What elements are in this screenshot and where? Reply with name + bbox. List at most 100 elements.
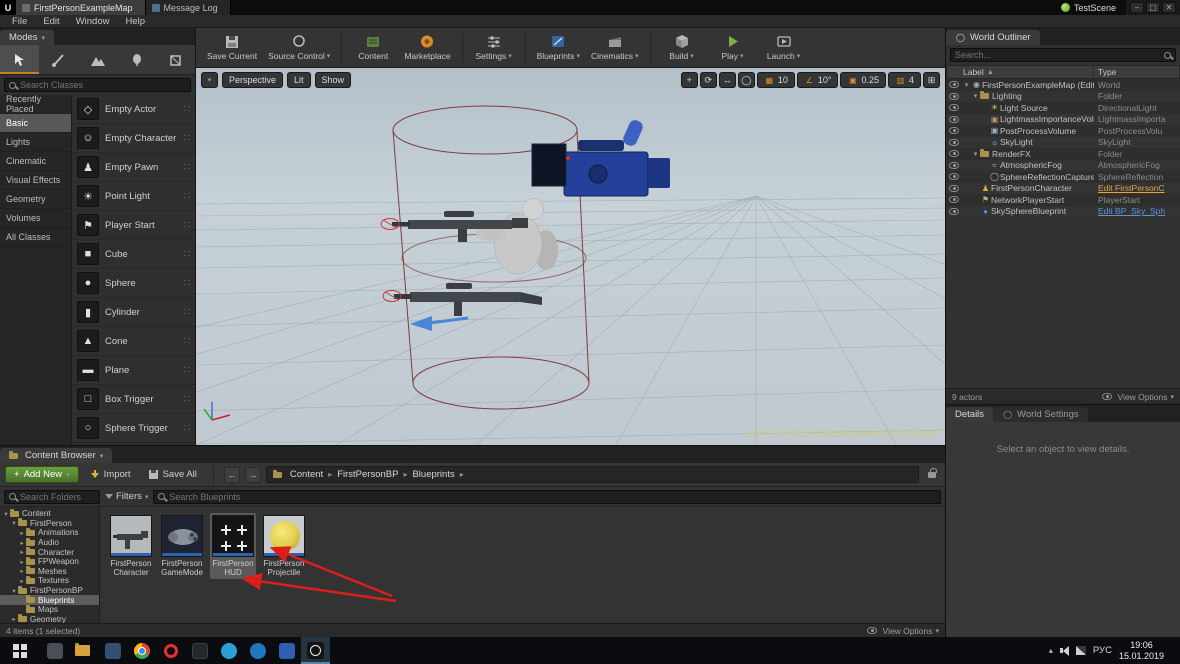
tree-item-textures[interactable]: ▸Textures — [0, 576, 99, 586]
taskbar-app-chrome[interactable] — [127, 637, 156, 664]
marketplace-button[interactable]: Marketplace — [399, 30, 455, 66]
edit-blueprint-link[interactable]: Edit BP_Sky_Sph — [1094, 206, 1180, 216]
assets-search-box[interactable] — [153, 490, 941, 504]
visibility-eye-icon[interactable] — [949, 127, 959, 134]
mode-place-button[interactable] — [0, 45, 39, 74]
place-item-plane[interactable]: ▬Plane∷ — [72, 356, 195, 385]
assets-search-input[interactable] — [169, 492, 936, 502]
outliner-search-box[interactable] — [950, 48, 1176, 62]
modes-tab[interactable]: Modes ▾ — [0, 30, 54, 45]
perspective-button[interactable]: Perspective — [222, 72, 283, 88]
outliner-row-map[interactable]: ▾◉FirstPersonExampleMap (Editor)World — [946, 79, 1180, 91]
column-label[interactable]: Label▲ — [947, 67, 1093, 77]
minimize-button[interactable]: – — [1130, 2, 1144, 13]
visibility-eye-icon[interactable] — [949, 162, 959, 169]
asset-grid[interactable]: FirstPerson Character FirstPerson GameMo… — [100, 507, 945, 623]
visibility-eye-icon[interactable] — [949, 150, 959, 157]
close-button[interactable]: ✕ — [1162, 2, 1176, 13]
tree-item-firstperson[interactable]: ▾FirstPerson — [0, 519, 99, 529]
visibility-eye-icon[interactable] — [949, 139, 959, 146]
tree-item-geometry[interactable]: ▸Geometry — [0, 615, 99, 623]
asset-firstperson-character[interactable]: FirstPerson Character — [108, 513, 154, 579]
network-icon[interactable] — [1076, 646, 1086, 655]
launch-button[interactable]: Launch▾ — [759, 30, 809, 66]
place-item-empty-character[interactable]: ☺Empty Character∷ — [72, 124, 195, 153]
visibility-eye-icon[interactable] — [949, 116, 959, 123]
rotate-tool-button[interactable]: ⟳ — [700, 72, 717, 88]
content-button[interactable]: Content — [348, 30, 398, 66]
maximize-viewport-button[interactable]: ⊞ — [923, 72, 940, 88]
translate-tool-button[interactable]: + — [681, 72, 698, 88]
visibility-eye-icon[interactable] — [949, 208, 959, 215]
taskbar-app-2[interactable] — [98, 637, 127, 664]
blueprints-button[interactable]: Blueprints▾ — [532, 30, 585, 66]
crumb-blueprints[interactable]: Blueprints — [412, 469, 454, 480]
taskbar-app-explorer[interactable] — [69, 637, 98, 664]
category-volumes[interactable]: Volumes — [0, 209, 71, 228]
tree-item-meshes[interactable]: ▸Meshes — [0, 567, 99, 577]
menu-help[interactable]: Help — [117, 15, 153, 27]
play-button[interactable]: Play▾ — [708, 30, 758, 66]
place-item-cube[interactable]: ■Cube∷ — [72, 240, 195, 269]
build-button[interactable]: Build▾ — [657, 30, 707, 66]
place-item-box-trigger[interactable]: □Box Trigger∷ — [72, 385, 195, 414]
place-item-point-light[interactable]: ☀Point Light∷ — [72, 182, 195, 211]
tree-item-animations[interactable]: ▸Animations — [0, 528, 99, 538]
tree-item-character[interactable]: ▸Character — [0, 547, 99, 557]
asset-firstperson-gamemode[interactable]: FirstPerson GameMode — [159, 513, 205, 579]
start-button[interactable] — [0, 637, 40, 664]
outliner-row-lighting[interactable]: ▾LightingFolder — [946, 91, 1180, 103]
cinematics-button[interactable]: Cinematics▾ — [586, 30, 644, 66]
save-current-button[interactable]: Save Current — [202, 30, 262, 66]
filters-button[interactable]: Filters ▾ — [105, 491, 148, 502]
category-geometry[interactable]: Geometry — [0, 190, 71, 209]
tree-item-maps[interactable]: Maps — [0, 605, 99, 615]
taskbar-app-edge[interactable] — [243, 637, 272, 664]
import-button[interactable]: Import — [84, 466, 137, 483]
outliner-row-reflection-capture[interactable]: ◯SphereReflectionCaptureSphereReflection — [946, 171, 1180, 183]
camera-speed-button[interactable]: ▥4 — [888, 72, 921, 88]
menu-edit[interactable]: Edit — [35, 15, 67, 27]
taskbar-app-4[interactable] — [272, 637, 301, 664]
visibility-eye-icon[interactable] — [949, 173, 959, 180]
mode-geometry-button[interactable] — [156, 45, 195, 74]
folders-search-input[interactable] — [20, 492, 95, 502]
menu-window[interactable]: Window — [68, 15, 118, 27]
place-item-sphere-trigger[interactable]: ○Sphere Trigger∷ — [72, 414, 195, 443]
outliner-row-skysphere-blueprint[interactable]: ●SkySphereBlueprintEdit BP_Sky_Sph — [946, 206, 1180, 218]
maximize-button[interactable]: ▢ — [1146, 2, 1160, 13]
tree-item-content[interactable]: ▾Content — [0, 509, 99, 519]
language-indicator[interactable]: РУС — [1093, 645, 1112, 656]
crumb-firstpersonbp[interactable]: FirstPersonBP — [337, 469, 398, 480]
folders-search-box[interactable] — [4, 490, 100, 504]
category-cinematic[interactable]: Cinematic — [0, 152, 71, 171]
tree-item-audio[interactable]: ▸Audio — [0, 538, 99, 548]
outliner-row-postprocess-volume[interactable]: ▣PostProcessVolumePostProcessVolu — [946, 125, 1180, 137]
taskbar-app-1[interactable] — [40, 637, 69, 664]
outliner-row-light-source[interactable]: ☀Light SourceDirectionalLight — [946, 102, 1180, 114]
visibility-eye-icon[interactable] — [949, 185, 959, 192]
category-visual-effects[interactable]: Visual Effects — [0, 171, 71, 190]
view-mode-lit-button[interactable]: Lit — [287, 72, 311, 88]
visibility-eye-icon[interactable] — [949, 104, 959, 111]
outliner-row-atmosphericfog[interactable]: ≈AtmosphericFogAtmosphericFog — [946, 160, 1180, 172]
taskbar-app-opera[interactable] — [156, 637, 185, 664]
taskbar-app-3[interactable] — [185, 637, 214, 664]
settings-button[interactable]: Settings▾ — [469, 30, 519, 66]
save-all-button[interactable]: Save All — [142, 466, 203, 483]
rotation-snap-button[interactable]: ∠10° — [797, 72, 839, 88]
add-new-button[interactable]: + Add New ▾ — [5, 466, 79, 483]
window-tab-map[interactable]: FirstPersonExampleMap — [16, 0, 146, 15]
content-browser-tab[interactable]: Content Browser ▾ — [0, 448, 112, 463]
outliner-row-renderfx[interactable]: ▾RenderFXFolder — [946, 148, 1180, 160]
taskbar-app-telegram[interactable] — [214, 637, 243, 664]
category-lights[interactable]: Lights — [0, 133, 71, 152]
mode-landscape-button[interactable] — [78, 45, 117, 74]
category-recently-placed[interactable]: Recently Placed — [0, 95, 71, 114]
scale-tool-button[interactable]: ↔ — [719, 72, 736, 88]
tray-expand-icon[interactable]: ▴ — [1049, 646, 1053, 655]
place-item-empty-actor[interactable]: ◇Empty Actor∷ — [72, 95, 195, 124]
menu-file[interactable]: File — [4, 15, 35, 27]
outliner-row-lightmass-volume[interactable]: ▣LightmassImportanceVolumeLightmassImpor… — [946, 114, 1180, 126]
visibility-eye-icon[interactable] — [949, 93, 959, 100]
